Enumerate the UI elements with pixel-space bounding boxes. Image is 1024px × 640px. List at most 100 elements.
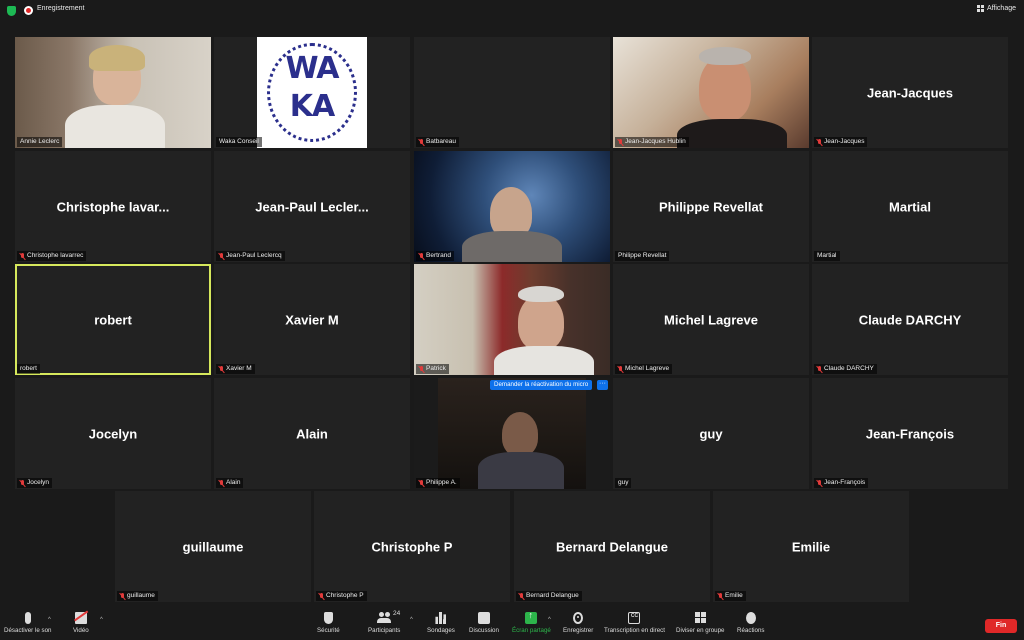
record-icon xyxy=(573,612,584,624)
participant-display-name: Jean-Jacques xyxy=(867,85,953,100)
video-options-caret[interactable]: ^ xyxy=(100,617,103,623)
video-label: Vidéo xyxy=(73,627,89,634)
end-meeting-button[interactable]: Fin xyxy=(985,619,1017,633)
participants-options-caret[interactable]: ^ xyxy=(410,617,413,623)
participant-display-name: Xavier M xyxy=(285,312,339,327)
shield-icon xyxy=(323,612,333,624)
mute-label: Désactiver le son xyxy=(4,627,52,634)
audio-options-caret[interactable]: ^ xyxy=(48,617,51,623)
participant-tile[interactable]: Bertrand xyxy=(414,151,610,262)
participant-tile[interactable]: Martial Martial xyxy=(812,151,1008,262)
participant-tile[interactable]: Jean-Jacques Hublin xyxy=(613,37,809,148)
participants-count: 24 xyxy=(393,610,401,617)
participant-name: Michel Lagreve xyxy=(625,365,670,372)
participant-name-label: Christophe P xyxy=(316,591,367,601)
participant-name: guy xyxy=(618,479,629,486)
participant-tile[interactable]: guy guy xyxy=(613,378,809,489)
participant-name-label: Waka Conseil xyxy=(216,137,262,147)
transcript-label: Transcription en direct xyxy=(604,627,665,634)
share-screen-button[interactable]: Écran partagé xyxy=(512,610,551,634)
participant-name: Jean-Jacques Hublin xyxy=(625,138,686,145)
participant-tile[interactable]: Christophe lavar... Christophe lavarrec xyxy=(15,151,211,262)
participant-tile[interactable]: WA KA Waka Conseil xyxy=(214,37,410,148)
logo-text-line2: KA xyxy=(289,89,335,124)
participant-name: Claude DARCHY xyxy=(824,365,874,372)
breakout-rooms-button[interactable]: Diviser en groupe xyxy=(676,612,725,634)
more-options-button[interactable]: ··· xyxy=(597,380,608,390)
waka-logo-image: WA KA xyxy=(257,37,367,148)
breakout-rooms-icon xyxy=(694,612,706,624)
video-button[interactable]: Vidéo xyxy=(73,612,89,634)
participant-tile[interactable]: Michel Lagreve Michel Lagreve xyxy=(613,264,809,375)
reactions-icon xyxy=(745,612,756,624)
security-button[interactable]: Sécurité xyxy=(317,612,340,634)
security-shield-icon[interactable] xyxy=(7,6,16,16)
muted-mic-icon xyxy=(219,479,224,487)
view-label: Affichage xyxy=(986,5,1016,12)
participant-tile[interactable]: Patrick xyxy=(414,264,610,375)
participant-name-label: Martial xyxy=(814,251,840,261)
participant-name-label: guy xyxy=(615,478,632,488)
participant-display-name: Alain xyxy=(296,426,328,441)
participants-label: Participants xyxy=(368,627,401,634)
participant-name-label: Jean-Paul Leclercq xyxy=(216,251,285,261)
mute-button[interactable]: Désactiver le son xyxy=(4,612,51,634)
participant-tile[interactable]: Alain Alain xyxy=(214,378,410,489)
participant-name-label: Claude DARCHY xyxy=(814,364,877,374)
record-button[interactable]: Enregistrer xyxy=(563,612,593,634)
polls-button[interactable]: Sondages xyxy=(427,612,455,634)
participant-tile[interactable]: Batbareau xyxy=(414,37,610,148)
participant-display-name: Emilie xyxy=(791,539,831,554)
participant-tile[interactable]: Emilie Emilie xyxy=(713,491,909,602)
chat-button[interactable]: Discussion xyxy=(469,612,499,634)
recording-icon xyxy=(24,6,33,15)
ask-to-unmute-button[interactable]: Demander la réactivation du micro xyxy=(490,380,593,390)
share-options-caret[interactable]: ^ xyxy=(548,617,551,623)
participant-name-label: Michel Lagreve xyxy=(615,364,673,374)
participant-tile[interactable]: Philippe A. xyxy=(414,378,610,489)
participant-tile[interactable]: Jean-Paul Lecler... Jean-Paul Leclercq xyxy=(214,151,410,262)
chat-label: Discussion xyxy=(469,627,499,634)
participant-display-name: Michel Lagreve xyxy=(664,312,758,327)
reactions-button[interactable]: Réactions xyxy=(737,612,765,634)
participant-tile[interactable]: Jocelyn Jocelyn xyxy=(15,378,211,489)
muted-mic-icon xyxy=(618,365,623,373)
participant-name: robert xyxy=(20,365,37,372)
participant-name: Alain xyxy=(226,479,241,486)
live-transcript-button[interactable]: CC Transcription en direct xyxy=(604,612,665,634)
share-label: Écran partagé xyxy=(512,627,551,634)
muted-mic-icon xyxy=(319,592,324,600)
participant-tile[interactable]: Bernard Delangue Bernard Delangue xyxy=(514,491,710,602)
meeting-toolbar: Désactiver le son ^ Vidéo ^ Sécurité Par… xyxy=(0,608,1024,640)
participant-tile[interactable]: Xavier M Xavier M xyxy=(214,264,410,375)
participant-display-name: Claude DARCHY xyxy=(858,312,962,327)
participant-display-name: Christophe P xyxy=(371,539,453,554)
participant-name-label: Annie Leclerc xyxy=(17,137,63,147)
participant-name: Batbareau xyxy=(426,138,456,145)
muted-mic-icon xyxy=(817,138,822,146)
participant-display-name: Jean-Paul Lecler... xyxy=(255,199,369,214)
participant-tile[interactable]: Christophe P Christophe P xyxy=(314,491,510,602)
participant-name-label: Jocelyn xyxy=(17,478,53,488)
participant-name-label: Xavier M xyxy=(216,364,255,374)
muted-mic-icon xyxy=(419,365,424,373)
participant-name: Bertrand xyxy=(426,252,451,259)
view-button[interactable]: Affichage xyxy=(976,5,1016,12)
participant-tile[interactable]: Jean-Jacques Jean-Jacques xyxy=(812,37,1008,148)
security-label: Sécurité xyxy=(317,627,340,634)
participant-tile[interactable]: guillaume guillaume xyxy=(115,491,311,602)
participant-name-label: Alain xyxy=(216,478,244,488)
participant-name-label: Philippe A. xyxy=(416,478,460,488)
top-bar: Enregistrement Affichage xyxy=(0,0,1024,22)
participant-tile[interactable]: Annie Leclerc xyxy=(15,37,211,148)
participant-tile[interactable]: robert robert xyxy=(15,264,211,375)
video-feed xyxy=(438,378,586,489)
participant-name: Patrick xyxy=(426,365,446,372)
participant-name-label: Jean-François xyxy=(814,478,869,488)
microphone-icon xyxy=(24,612,31,624)
participant-tile[interactable]: Philippe Revellat Philippe Revellat xyxy=(613,151,809,262)
participant-display-name: Bernard Delangue xyxy=(556,539,668,554)
participant-tile[interactable]: Claude DARCHY Claude DARCHY xyxy=(812,264,1008,375)
participant-tile[interactable]: Jean-François Jean-François xyxy=(812,378,1008,489)
grid-view-icon xyxy=(976,5,984,12)
